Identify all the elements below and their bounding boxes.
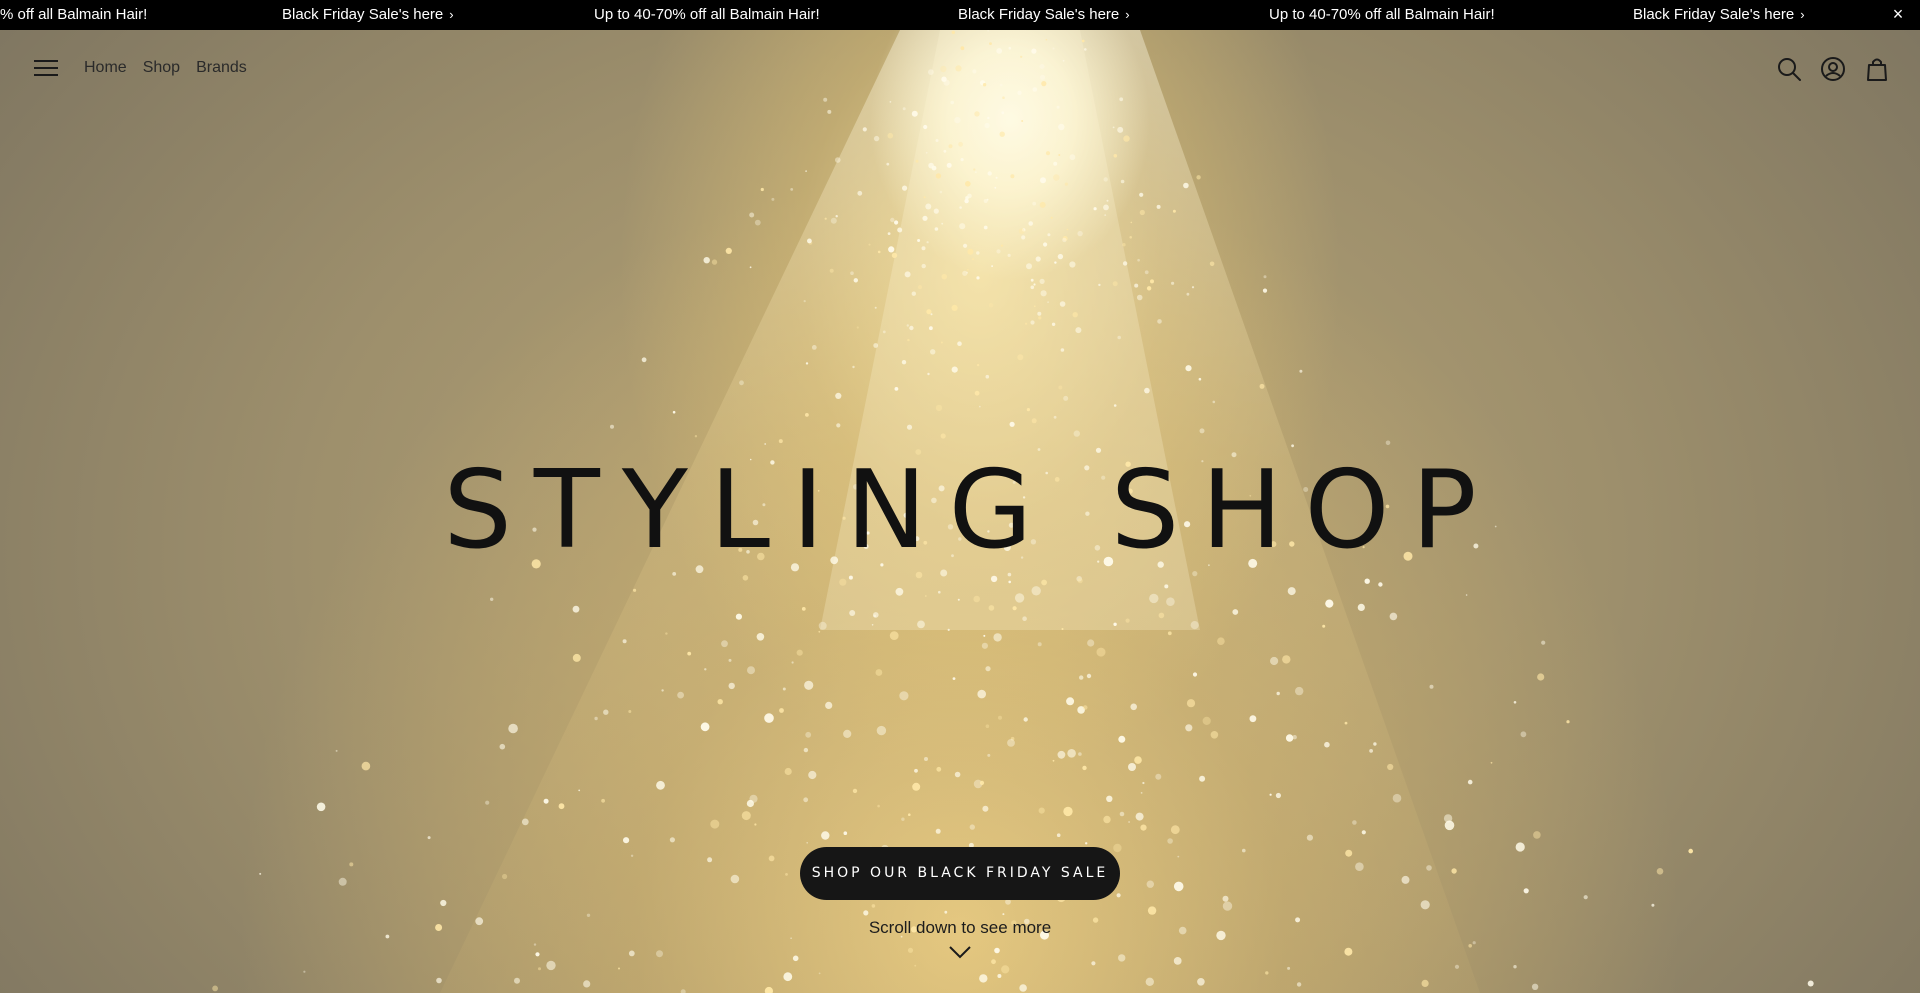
account-icon[interactable] bbox=[1820, 56, 1846, 82]
main-nav: Home Shop Brands bbox=[84, 59, 247, 77]
announcement-text: Black Friday Sale's here bbox=[958, 6, 1120, 23]
announcement-item[interactable]: % off all Balmain Hair! bbox=[0, 0, 147, 30]
search-icon[interactable] bbox=[1776, 56, 1802, 82]
chevron-right-icon: › bbox=[1125, 7, 1130, 22]
announcement-text: % off all Balmain Hair! bbox=[0, 6, 148, 23]
chevron-down-icon[interactable] bbox=[948, 945, 972, 959]
announcement-item[interactable]: Up to 40-70% off all Balmain Hair! bbox=[1269, 0, 1495, 30]
cart-icon[interactable] bbox=[1864, 56, 1890, 82]
shop-sale-button[interactable]: SHOP OUR BLACK FRIDAY SALE bbox=[800, 847, 1120, 900]
hero-title: STYLING SHOP bbox=[443, 448, 1499, 573]
announcement-text: Up to 40-70% off all Balmain Hair! bbox=[1269, 6, 1495, 23]
announcement-item[interactable]: Black Friday Sale's here › bbox=[282, 0, 454, 30]
site-header: Home Shop Brands bbox=[0, 30, 1920, 112]
scroll-hint: Scroll down to see more bbox=[868, 918, 1052, 937]
nav-home[interactable]: Home bbox=[84, 59, 127, 77]
header-icons bbox=[1776, 56, 1890, 82]
nav-brands[interactable]: Brands bbox=[196, 59, 247, 77]
announcement-text: Black Friday Sale's here bbox=[282, 6, 444, 23]
announcement-item[interactable]: Up to 40-70% off all Balmain Hair! bbox=[594, 0, 820, 30]
close-announcement-icon[interactable]: × bbox=[1888, 0, 1908, 30]
hamburger-menu-icon[interactable] bbox=[34, 58, 58, 78]
announcement-item[interactable]: Black Friday Sale's here › bbox=[958, 0, 1130, 30]
announcement-bar: % off all Balmain Hair! Black Friday Sal… bbox=[0, 0, 1920, 30]
chevron-right-icon: › bbox=[1800, 7, 1805, 22]
announcement-item[interactable]: Black Friday Sale's here › bbox=[1633, 0, 1805, 30]
announcement-text: Up to 40-70% off all Balmain Hair! bbox=[594, 6, 820, 23]
announcement-text: Black Friday Sale's here bbox=[1633, 6, 1795, 23]
nav-shop[interactable]: Shop bbox=[143, 59, 180, 77]
chevron-right-icon: › bbox=[449, 7, 454, 22]
